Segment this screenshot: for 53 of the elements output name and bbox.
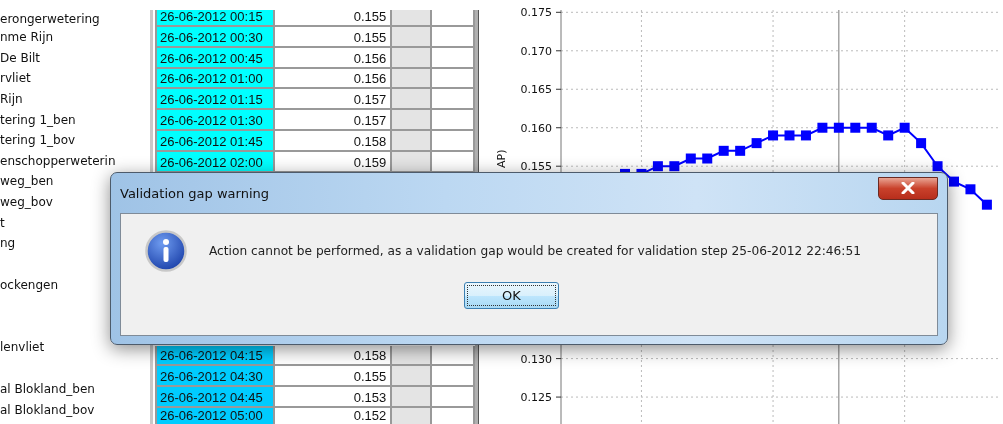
data-point	[652, 161, 663, 172]
data-point	[866, 122, 877, 133]
close-icon	[901, 182, 915, 194]
data-point	[981, 199, 992, 210]
date-cell[interactable]: 26-06-2012 01:15	[155, 89, 275, 109]
station-name[interactable]: De Bilt	[0, 47, 150, 69]
close-button[interactable]	[878, 176, 938, 200]
data-point	[833, 122, 844, 133]
tick-label: 0.130	[520, 352, 552, 366]
data-point	[768, 130, 779, 141]
data-point	[669, 161, 680, 172]
ok-button[interactable]: OK	[464, 282, 559, 309]
data-point	[751, 138, 762, 149]
data-point	[916, 138, 927, 149]
date-cell[interactable]: 26-06-2012 00:30	[155, 27, 275, 46]
data-point	[784, 130, 795, 141]
station-name[interactable]: tering 1_ben	[0, 109, 150, 130]
tick-label: 0.165	[520, 83, 552, 97]
message-text: Action cannot be performed, as a validation gap would be created for validation step 25-06-2012 22:46:51	[209, 244, 861, 258]
station-name[interactable]: nme Rijn	[0, 27, 150, 48]
data-point	[735, 145, 746, 156]
data-point	[702, 153, 713, 164]
date-cell[interactable]: 26-06-2012 01:30	[155, 110, 275, 129]
data-point	[685, 153, 696, 164]
date-cell[interactable]: 26-06-2012 00:15	[155, 10, 275, 25]
date-cell[interactable]: 26-06-2012 04:30	[155, 366, 275, 386]
tick-label: 0.170	[520, 44, 552, 58]
tick-label: 0.175	[520, 6, 552, 20]
station-name[interactable]: al Blokland_ben	[0, 378, 150, 400]
data-point	[817, 122, 828, 133]
tick-label: 0.160	[520, 121, 552, 135]
station-name[interactable]: Rijn	[0, 88, 150, 110]
station-name[interactable]: erongerwetering	[0, 10, 150, 27]
data-point	[899, 122, 910, 133]
data-point	[850, 122, 861, 133]
date-cell[interactable]: 26-06-2012 04:15	[155, 345, 275, 365]
data-point	[965, 184, 976, 195]
data-point	[932, 161, 943, 172]
data-point	[949, 176, 959, 187]
station-name[interactable]: enschopperweterin	[0, 150, 150, 172]
data-point	[718, 145, 729, 156]
dialog-title: Validation gap warning	[120, 185, 269, 201]
station-name[interactable]: tering 1_bov	[0, 129, 150, 151]
tick-label: 0.155	[520, 160, 552, 174]
tick-label: 0.125	[520, 391, 552, 405]
data-point	[883, 130, 894, 141]
station-name[interactable]: al Blokland_bov	[0, 399, 150, 420]
axis-label: AP)	[495, 149, 508, 168]
info-icon	[145, 230, 187, 272]
data-point	[800, 130, 811, 141]
station-name[interactable]: lenvliet	[0, 337, 150, 358]
date-cell[interactable]: 26-06-2012 04:45	[155, 387, 275, 406]
station-name[interactable]: rvliet	[0, 68, 150, 89]
